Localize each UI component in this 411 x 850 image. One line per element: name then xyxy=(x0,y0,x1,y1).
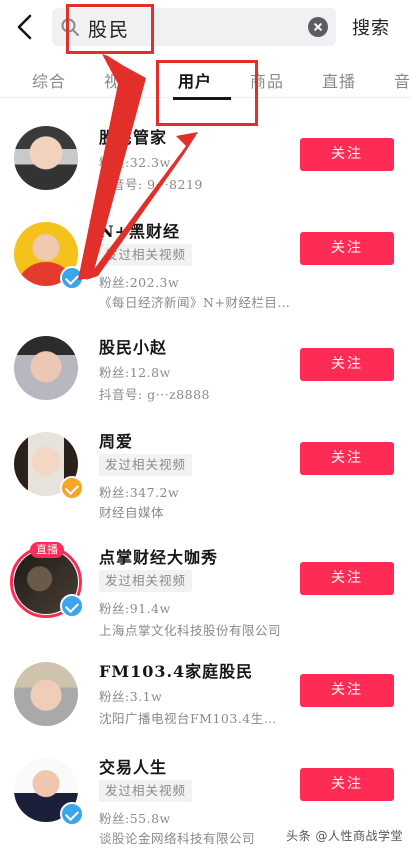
follow-button[interactable]: 关注 xyxy=(300,138,394,171)
fan-count: 粉丝:55.8w xyxy=(99,811,171,826)
verified-check-icon xyxy=(60,802,84,826)
avatar[interactable] xyxy=(14,126,78,190)
fan-count: 粉丝:91.4w xyxy=(99,601,171,616)
tab-music[interactable]: 音 xyxy=(394,68,411,92)
user-extra-info: 谈股论金网络科技有限公司 xyxy=(99,831,256,846)
user-name[interactable]: 点掌财经大咖秀 xyxy=(99,544,218,568)
user-extra-info: 财经自媒体 xyxy=(99,505,165,520)
chevron-left-icon[interactable] xyxy=(10,12,38,42)
avatar[interactable] xyxy=(14,222,84,290)
avatar[interactable]: 直播 xyxy=(10,542,84,618)
user-name[interactable]: 股民管家 xyxy=(99,124,167,148)
related-video-tag: 发过相关视频 xyxy=(99,780,193,802)
follow-button[interactable]: 关注 xyxy=(300,442,394,475)
list-item[interactable]: 周爱 发过相关视频 粉丝:347.2w 财经自媒体 关注 xyxy=(0,420,411,530)
fan-count: 粉丝:32.3w xyxy=(99,155,171,170)
annotation-box-users-tab xyxy=(156,60,258,126)
follow-button[interactable]: 关注 xyxy=(300,348,394,381)
watermark: 头条 @人性商战学堂 xyxy=(286,829,403,843)
follow-button[interactable]: 关注 xyxy=(300,768,394,801)
avatar[interactable] xyxy=(14,662,78,726)
user-extra-info: 《每日经济新闻》N+财经栏目… xyxy=(99,295,291,310)
list-item[interactable]: FM103.4家庭股民 粉丝:3.1w 沈阳广播电视台FM103.4生… 关注 xyxy=(0,650,411,750)
tab-live[interactable]: 直播 xyxy=(322,68,356,92)
follow-button[interactable]: 关注 xyxy=(300,674,394,707)
top-bar: 股民 搜索 xyxy=(0,0,411,56)
user-extra-info: 抖音号: g···z8888 xyxy=(99,387,211,402)
list-item[interactable]: 股民管家 粉丝:32.3w 抖音号: 9···8219 关注 xyxy=(0,112,411,208)
list-item[interactable]: 直播 点掌财经大咖秀 发过相关视频 粉丝:91.4w 上海点掌文化科技股份有限公… xyxy=(0,536,411,646)
list-item[interactable]: 股民小赵 粉丝:12.8w 抖音号: g···z8888 关注 xyxy=(0,322,411,418)
tab-comprehensive[interactable]: 综合 xyxy=(32,68,66,92)
user-name[interactable]: 交易人生 xyxy=(99,754,167,778)
user-name[interactable]: 周爱 xyxy=(99,428,133,452)
fan-count: 粉丝:347.2w xyxy=(99,485,180,500)
verified-check-icon xyxy=(60,594,84,618)
fan-count: 粉丝:3.1w xyxy=(99,689,163,704)
annotation-box-search xyxy=(66,4,154,54)
verified-check-icon xyxy=(60,266,84,290)
fan-count: 粉丝:12.8w xyxy=(99,365,171,380)
user-name[interactable]: FM103.4家庭股民 xyxy=(99,658,253,682)
search-button[interactable]: 搜索 xyxy=(352,14,390,40)
fan-count: 粉丝:202.3w xyxy=(99,275,180,290)
avatar[interactable] xyxy=(14,758,84,826)
user-name[interactable]: N+黑财经 xyxy=(99,218,180,242)
follow-button[interactable]: 关注 xyxy=(300,232,394,265)
user-name[interactable]: 股民小赵 xyxy=(99,334,167,358)
list-item[interactable]: N+黑财经 发过相关视频 粉丝:202.3w 《每日经济新闻》N+财经栏目… 关… xyxy=(0,210,411,320)
user-extra-info: 上海点掌文化科技股份有限公司 xyxy=(99,623,282,638)
clear-icon[interactable] xyxy=(308,17,328,37)
avatar[interactable] xyxy=(14,432,84,500)
tab-video[interactable]: 视频 xyxy=(104,68,138,92)
related-video-tag: 发过相关视频 xyxy=(99,570,193,592)
live-badge: 直播 xyxy=(30,542,64,558)
user-extra-info: 抖音号: 9···8219 xyxy=(99,177,203,192)
verified-check-icon xyxy=(60,476,84,500)
related-video-tag: 发过相关视频 xyxy=(99,244,193,266)
user-extra-info: 沈阳广播电视台FM103.4生… xyxy=(99,711,277,726)
related-video-tag: 发过相关视频 xyxy=(99,454,193,476)
avatar[interactable] xyxy=(14,336,78,400)
follow-button[interactable]: 关注 xyxy=(300,562,394,595)
